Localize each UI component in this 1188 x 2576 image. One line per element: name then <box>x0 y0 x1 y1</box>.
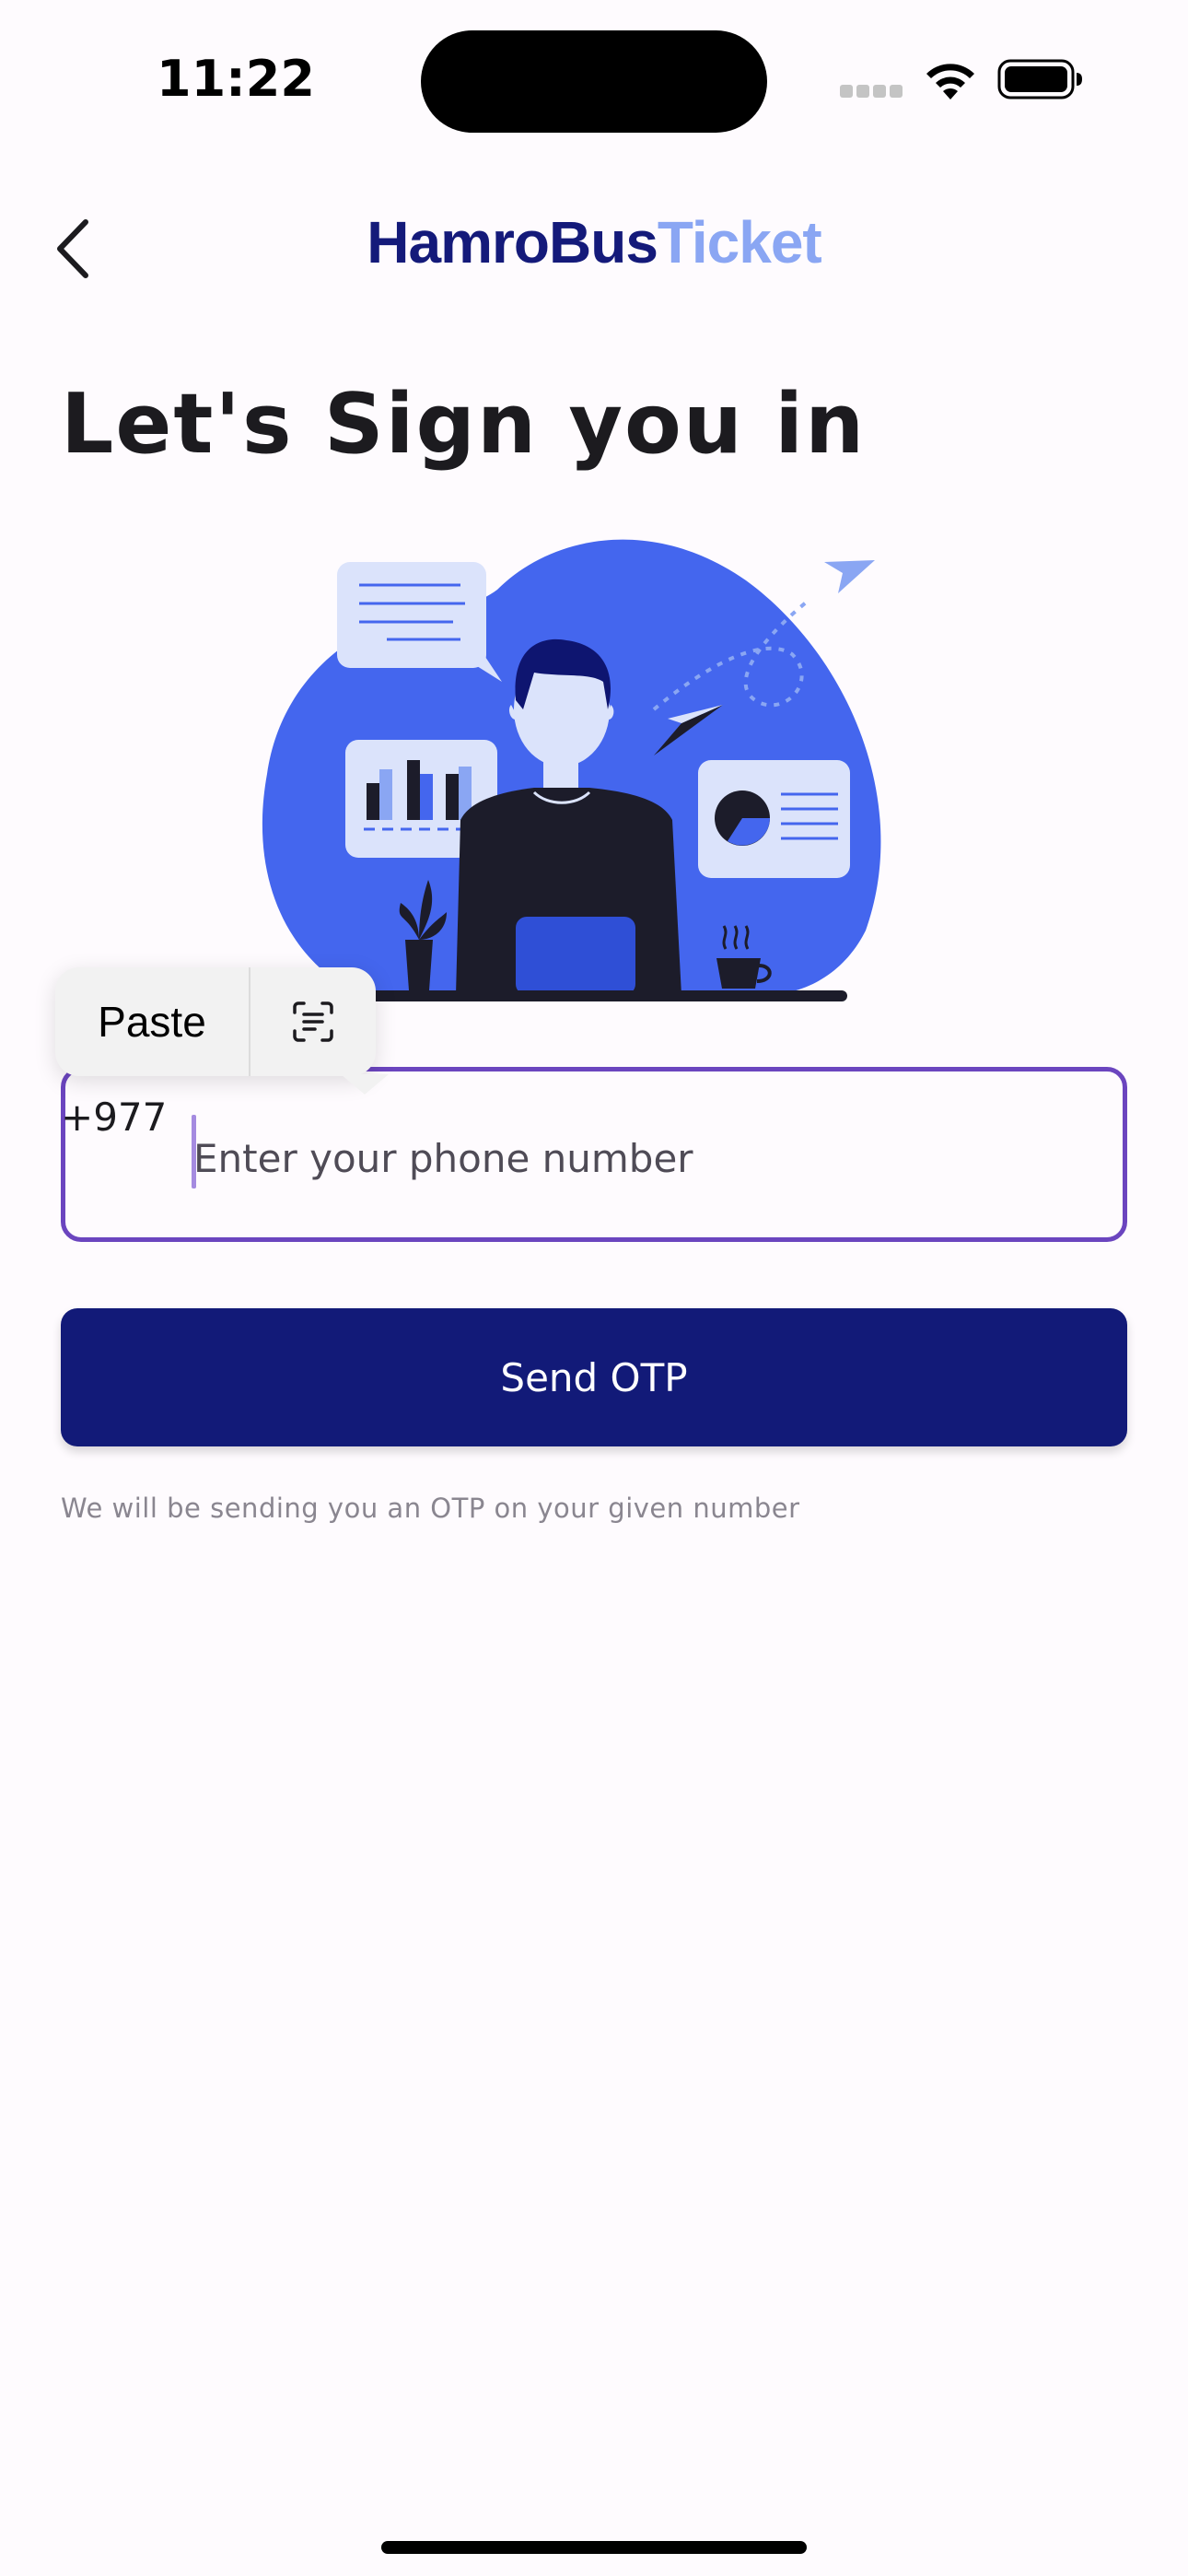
paste-context-menu: Paste <box>55 967 389 1095</box>
status-time: 11:22 <box>157 50 315 108</box>
country-code: +977 <box>61 1095 168 1140</box>
home-indicator[interactable] <box>381 2541 807 2554</box>
wifi-icon <box>926 64 974 100</box>
cellular-signal-icon <box>840 85 904 100</box>
scan-text-button[interactable] <box>250 967 376 1076</box>
status-bar: 11:22 <box>0 0 1188 157</box>
logo-part-ticket: Ticket <box>657 209 822 275</box>
scan-text-icon <box>293 1001 333 1042</box>
battery-icon <box>997 59 1082 100</box>
send-otp-button[interactable]: Send OTP <box>61 1308 1127 1446</box>
dynamic-island <box>421 30 767 133</box>
person-at-laptop-illustration <box>262 539 881 1001</box>
phone-number-input[interactable] <box>193 1126 1096 1190</box>
otp-helper-text: We will be sending you an OTP on your gi… <box>61 1493 800 1524</box>
app-logo: HamroBusTicket <box>0 208 1188 276</box>
logo-part-hamrobus: HamroBus <box>367 209 658 275</box>
page-title: Let's Sign you in <box>61 376 867 473</box>
menu-pointer-arrow <box>341 1074 389 1095</box>
paste-button[interactable]: Paste <box>55 967 249 1076</box>
